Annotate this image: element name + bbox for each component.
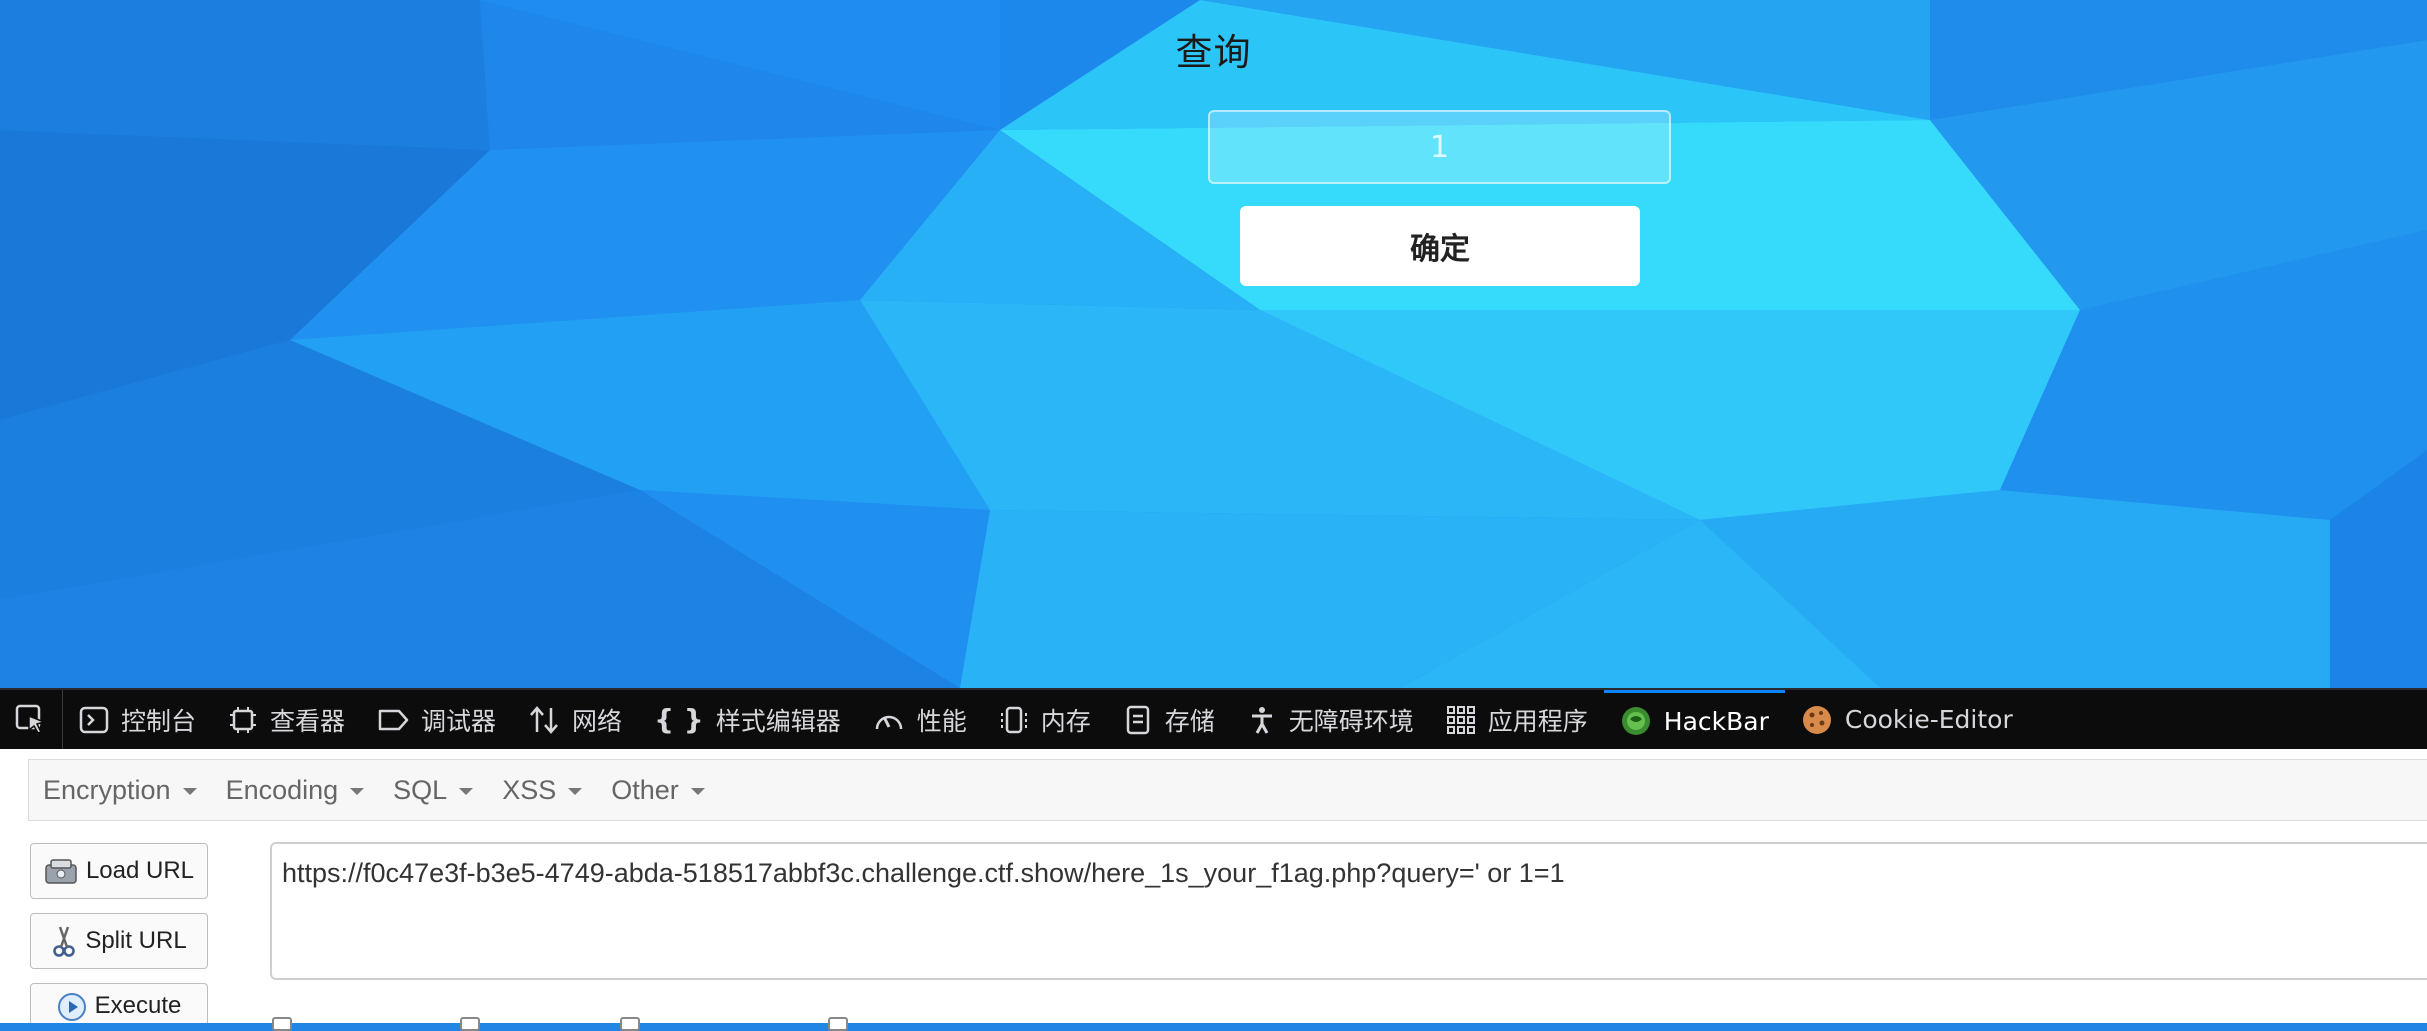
- menu-label: XSS: [502, 774, 557, 805]
- menu-sql[interactable]: SQL: [379, 775, 488, 806]
- split-url-button[interactable]: Split URL: [30, 913, 208, 969]
- execute-button[interactable]: Execute: [30, 983, 208, 1023]
- menu-label: Other: [611, 774, 679, 805]
- tab-application[interactable]: 应用程序: [1430, 690, 1604, 749]
- split-url-label: Split URL: [85, 927, 187, 954]
- load-url-label: Load URL: [85, 857, 195, 884]
- element-picker-icon[interactable]: [0, 690, 63, 749]
- tab-label: 网络: [572, 706, 623, 736]
- tab-memory[interactable]: 内存: [983, 690, 1107, 749]
- tab-label: 控制台: [121, 706, 197, 736]
- tab-label: 样式编辑器: [715, 706, 841, 736]
- tab-label: 应用程序: [1487, 706, 1588, 736]
- tab-label: 内存: [1040, 706, 1091, 736]
- tab-style-editor[interactable]: { } 样式编辑器: [638, 690, 857, 749]
- execute-label: Execute: [94, 992, 182, 1019]
- caret-down-icon: [690, 788, 705, 795]
- caret-down-icon: [459, 788, 474, 795]
- cookie-icon: [1801, 704, 1833, 736]
- tab-label: 调试器: [421, 706, 497, 736]
- style-editor-icon: { }: [654, 703, 704, 736]
- hackbar-icon: [1620, 705, 1652, 737]
- hackbar-menu-bar: Encryption Encoding SQL XSS Other: [28, 759, 2427, 821]
- inspector-icon: [228, 705, 258, 735]
- console-icon: [79, 705, 109, 735]
- tab-console[interactable]: 控制台: [63, 690, 212, 749]
- application-icon: [1446, 705, 1476, 735]
- tab-label: Cookie-Editor: [1844, 705, 2013, 734]
- tab-network[interactable]: 网络: [512, 690, 638, 749]
- scissors-icon: [51, 924, 77, 958]
- tab-cookie-editor[interactable]: Cookie-Editor: [1785, 690, 2029, 749]
- storage-icon: [1123, 705, 1153, 735]
- option-checkbox[interactable]: [620, 1017, 640, 1031]
- tab-label: HackBar: [1663, 706, 1769, 736]
- network-icon: [528, 705, 560, 735]
- menu-xss[interactable]: XSS: [488, 775, 597, 806]
- tab-label: 无障碍环境: [1288, 706, 1414, 736]
- query-input[interactable]: [1208, 110, 1671, 184]
- load-url-icon: [44, 857, 78, 885]
- tab-label: 性能: [916, 706, 967, 736]
- tab-label: 查看器: [270, 706, 346, 736]
- menu-label: Encoding: [225, 774, 339, 805]
- tab-hackbar[interactable]: HackBar: [1603, 690, 1785, 749]
- hackbar-panel: Encryption Encoding SQL XSS Other Load U…: [0, 749, 2427, 1031]
- tab-debugger[interactable]: 调试器: [361, 690, 512, 749]
- web-page: 查询 确定: [0, 0, 2427, 688]
- performance-icon: [873, 705, 905, 735]
- tab-storage[interactable]: 存储: [1107, 690, 1231, 749]
- devtools-toolbar: 控制台 查看器 调试器 网络 { } 样式编辑器 性能 内存 存储 无障碍环境 …: [0, 688, 2427, 749]
- menu-label: Encryption: [43, 774, 171, 805]
- option-checkbox[interactable]: [460, 1017, 480, 1031]
- caret-down-icon: [182, 788, 197, 795]
- menu-encryption[interactable]: Encryption: [29, 775, 212, 806]
- debugger-icon: [377, 705, 409, 735]
- caret-down-icon: [568, 788, 583, 795]
- accessibility-icon: [1247, 705, 1277, 735]
- tab-accessibility[interactable]: 无障碍环境: [1231, 690, 1430, 749]
- option-checkbox[interactable]: [828, 1017, 848, 1031]
- tab-inspector[interactable]: 查看器: [212, 690, 361, 749]
- confirm-button[interactable]: 确定: [1240, 206, 1640, 286]
- option-checkbox[interactable]: [272, 1017, 292, 1031]
- menu-label: SQL: [393, 774, 448, 805]
- tab-label: 存储: [1164, 706, 1215, 736]
- memory-icon: [999, 705, 1029, 735]
- caret-down-icon: [350, 788, 365, 795]
- page-title: 查询: [1175, 31, 1252, 74]
- menu-encoding[interactable]: Encoding: [212, 775, 380, 806]
- tab-performance[interactable]: 性能: [857, 690, 983, 749]
- load-url-button[interactable]: Load URL: [30, 843, 208, 899]
- menu-other[interactable]: Other: [597, 775, 720, 806]
- low-poly-background: [0, 0, 2427, 688]
- url-textarea[interactable]: https://f0c47e3f-b3e5-4749-abda-518517ab…: [270, 842, 2427, 980]
- play-icon: [57, 992, 87, 1022]
